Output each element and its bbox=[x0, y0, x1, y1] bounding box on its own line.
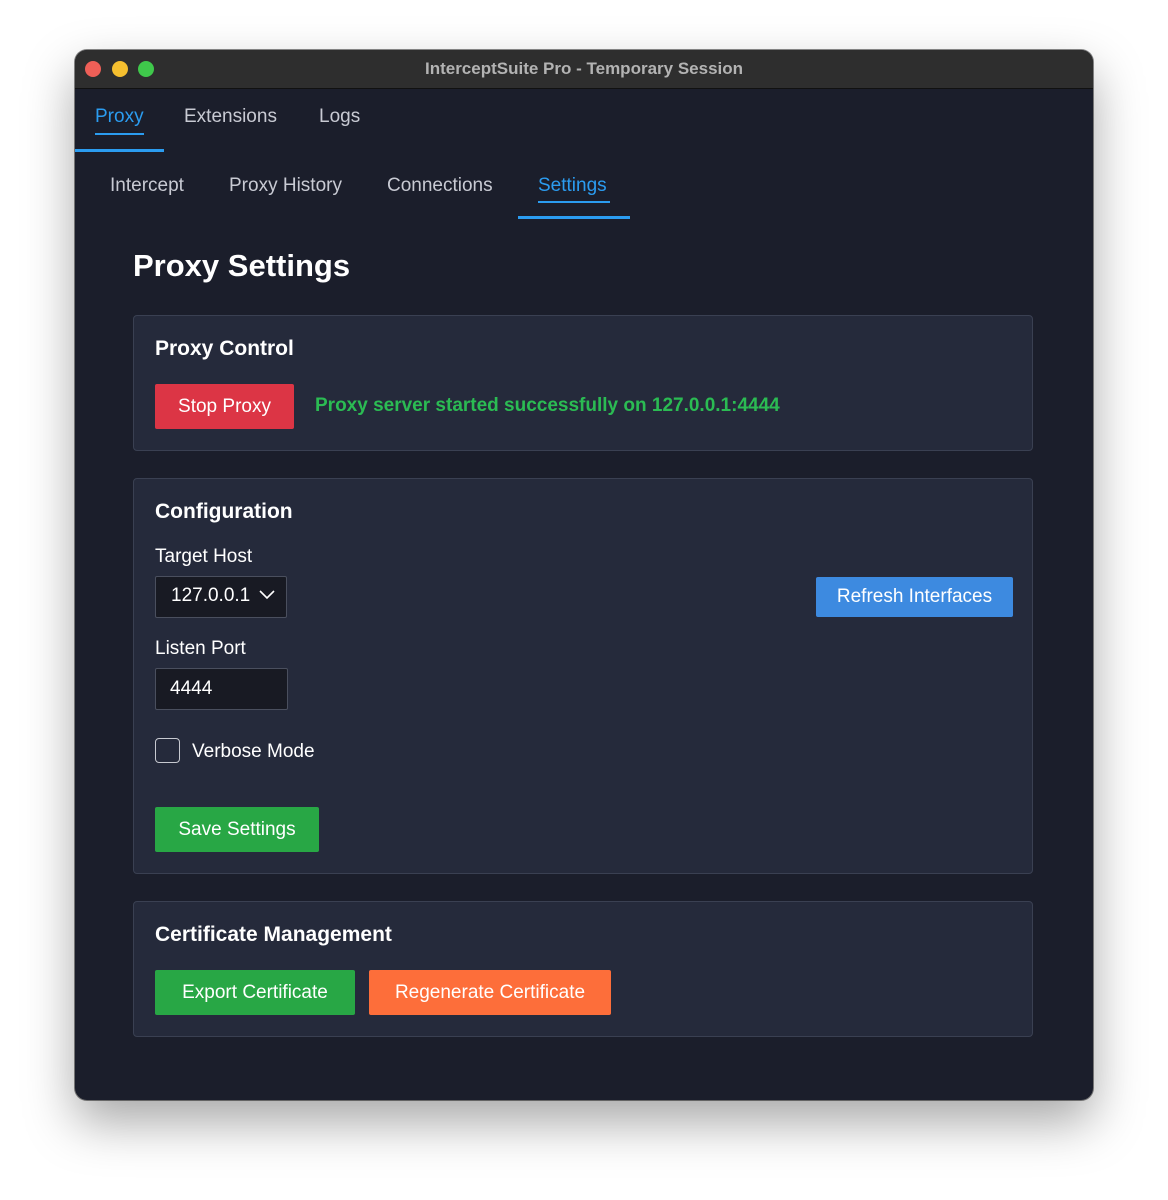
tab-intercept[interactable]: Intercept bbox=[110, 175, 184, 197]
proxy-status-message: Proxy server started successfully on 127… bbox=[315, 395, 780, 416]
certificate-management-card: Certificate Management Export Certificat… bbox=[133, 901, 1033, 1037]
target-host-select[interactable]: 127.0.0.1 bbox=[155, 576, 287, 618]
certificate-management-title: Certificate Management bbox=[155, 923, 392, 946]
proxy-sub-tab-bar: Intercept Proxy History Connections Sett… bbox=[75, 165, 1093, 221]
proxy-control-card: Proxy Control Stop Proxy Proxy server st… bbox=[133, 315, 1033, 451]
tab-proxy[interactable]: Proxy bbox=[95, 106, 144, 128]
verbose-mode-checkbox[interactable] bbox=[155, 738, 180, 763]
listen-port-input[interactable] bbox=[155, 668, 288, 710]
configuration-title: Configuration bbox=[155, 500, 293, 523]
window-title: InterceptSuite Pro - Temporary Session bbox=[424, 59, 744, 78]
export-certificate-button[interactable]: Export Certificate bbox=[155, 970, 355, 1015]
tab-settings-active-indicator bbox=[518, 216, 630, 219]
tab-settings-text-underline bbox=[538, 201, 610, 203]
save-settings-button[interactable]: Save Settings bbox=[155, 807, 319, 852]
title-bar: InterceptSuite Pro - Temporary Session bbox=[75, 50, 1093, 89]
tab-proxy-history[interactable]: Proxy History bbox=[229, 175, 342, 197]
proxy-control-title: Proxy Control bbox=[155, 337, 294, 360]
chevron-down-icon bbox=[259, 590, 275, 600]
target-host-value: 127.0.0.1 bbox=[171, 585, 251, 606]
listen-port-label: Listen Port bbox=[155, 638, 246, 659]
main-tab-bar: Proxy Extensions Logs bbox=[75, 88, 1093, 152]
tab-settings[interactable]: Settings bbox=[538, 175, 607, 197]
tab-logs[interactable]: Logs bbox=[319, 106, 360, 128]
refresh-interfaces-button[interactable]: Refresh Interfaces bbox=[816, 577, 1013, 617]
regenerate-certificate-button[interactable]: Regenerate Certificate bbox=[369, 970, 611, 1015]
app-window: InterceptSuite Pro - Temporary Session P… bbox=[75, 50, 1093, 1100]
stop-proxy-button[interactable]: Stop Proxy bbox=[155, 384, 294, 429]
tab-extensions[interactable]: Extensions bbox=[184, 106, 277, 128]
tab-connections[interactable]: Connections bbox=[387, 175, 493, 197]
tab-proxy-active-indicator bbox=[75, 149, 164, 152]
tab-proxy-text-underline bbox=[95, 133, 144, 135]
verbose-mode-label[interactable]: Verbose Mode bbox=[192, 741, 315, 763]
page-title: Proxy Settings bbox=[133, 248, 351, 283]
target-host-label: Target Host bbox=[155, 546, 253, 567]
configuration-card: Configuration Target Host 127.0.0.1 Refr… bbox=[133, 478, 1033, 874]
